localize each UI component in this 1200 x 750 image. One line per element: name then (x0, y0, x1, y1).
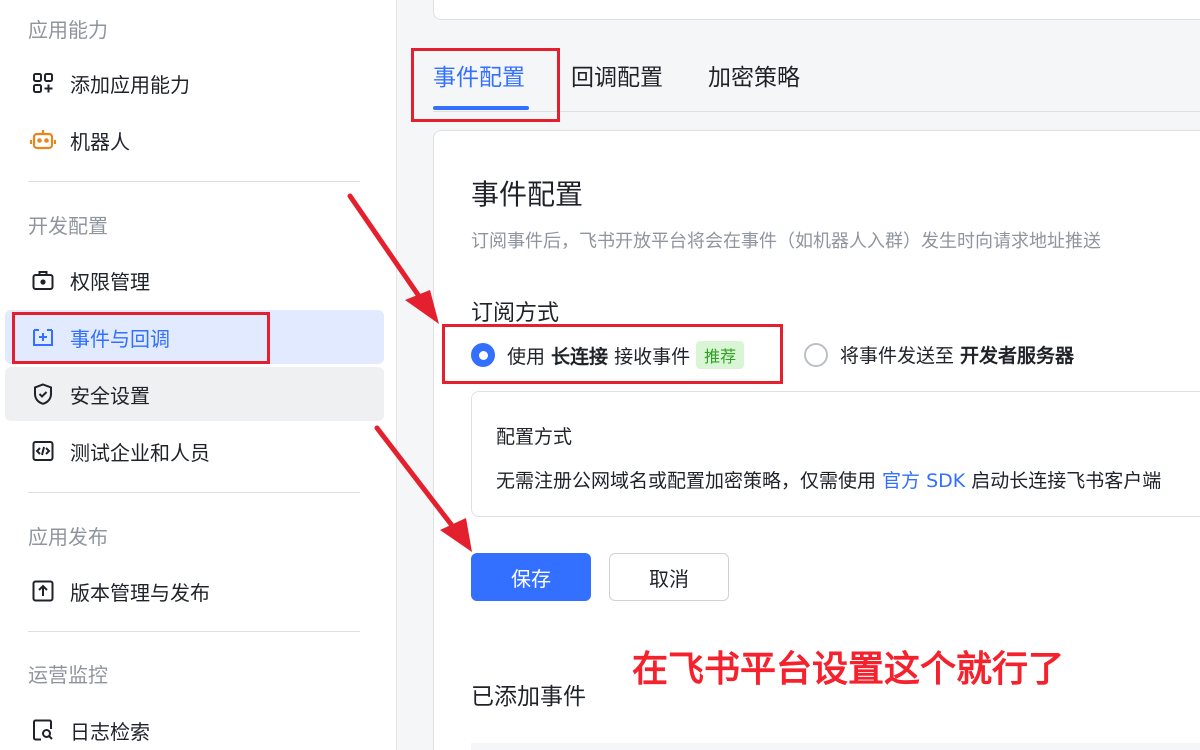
config-method-text: 无需注册公网域名或配置加密策略，仅需使用 官方 SDK 启动长连接飞书客户端 (496, 470, 1162, 492)
upload-box-icon (29, 577, 57, 605)
events-table-header (471, 743, 1200, 750)
code-box-icon (29, 437, 57, 465)
section-title-operations: 运营监控 (28, 663, 108, 687)
section-title-capabilities: 应用能力 (28, 18, 108, 42)
tab-label: 回调配置 (571, 65, 663, 91)
shield-check-icon (29, 380, 57, 408)
sidebar-item-label: 权限管理 (70, 269, 150, 294)
sidebar-item-label: 测试企业和人员 (70, 440, 210, 465)
divider (28, 492, 360, 493)
sidebar-item-events-callbacks[interactable]: 事件与回调 (5, 310, 384, 364)
subscribe-mode-label: 订阅方式 (471, 301, 560, 326)
official-sdk-link[interactable]: 官方 SDK (882, 470, 965, 492)
top-card (433, 0, 1200, 20)
sidebar-item-label: 日志检索 (70, 719, 150, 744)
tab-label: 加密策略 (708, 65, 800, 91)
sidebar-item-security[interactable]: 安全设置 (5, 367, 384, 421)
section-title-publish: 应用发布 (28, 525, 108, 549)
sidebar-item-log-search[interactable]: 日志检索 (5, 703, 384, 750)
radio-developer-server[interactable]: 将事件发送至 开发者服务器 (804, 341, 1074, 368)
sidebar-item-label: 版本管理与发布 (70, 580, 210, 605)
sidebar-item-label: 安全设置 (70, 383, 150, 408)
sidebar-item-robot[interactable]: 机器人 (5, 113, 384, 167)
tab-active-underline (433, 106, 529, 110)
sidebar: 应用能力 添加应用能力 机器人 开发配置 权限管理 事件与回调 安全设置 测试企… (0, 0, 397, 750)
recommended-badge: 推荐 (696, 341, 745, 369)
card-description: 订阅事件后，飞书开放平台将会在事件（如机器人入群）发生时向请求地址推送 (471, 231, 1101, 252)
config-method-box: 配置方式 无需注册公网域名或配置加密策略，仅需使用 官方 SDK 启动长连接飞书… (471, 391, 1200, 517)
log-search-icon (29, 716, 57, 744)
added-events-title: 已添加事件 (471, 684, 586, 710)
robot-icon (29, 126, 57, 154)
tab-label: 事件配置 (433, 65, 525, 91)
sidebar-item-label: 事件与回调 (70, 326, 170, 351)
radio-long-connection[interactable]: 使用 长连接 接收事件 推荐 (471, 341, 745, 369)
sidebar-item-permissions[interactable]: 权限管理 (5, 253, 384, 307)
annotation-text: 在飞书平台设置这个就行了 (632, 649, 1065, 690)
radio-unchecked-indicator[interactable] (804, 342, 828, 367)
tab-event-config[interactable]: 事件配置 (433, 58, 525, 92)
divider (28, 631, 360, 632)
apps-add-icon (29, 69, 57, 97)
radio-long-connection-label: 使用 长连接 接收事件 (507, 345, 691, 368)
briefcase-lock-icon (29, 266, 57, 294)
section-title-dev-config: 开发配置 (28, 214, 108, 238)
sidebar-item-version-release[interactable]: 版本管理与发布 (5, 564, 384, 618)
divider (28, 181, 360, 182)
save-button[interactable]: 保存 (471, 553, 591, 601)
radio-checked-indicator[interactable] (471, 343, 495, 367)
tab-bar: 事件配置 回调配置 加密策略 (433, 40, 1200, 112)
config-method-title: 配置方式 (496, 426, 573, 448)
event-plus-icon (29, 323, 57, 351)
sidebar-item-add-capability[interactable]: 添加应用能力 (5, 56, 384, 110)
card-title: 事件配置 (471, 178, 584, 211)
tab-callback-config[interactable]: 回调配置 (571, 58, 663, 92)
sidebar-item-label: 添加应用能力 (70, 72, 190, 97)
cancel-button[interactable]: 取消 (609, 553, 729, 601)
radio-developer-server-label: 将事件发送至 开发者服务器 (840, 345, 1075, 367)
tab-encryption-strategy[interactable]: 加密策略 (708, 58, 800, 92)
sidebar-item-test-enterprise[interactable]: 测试企业和人员 (5, 424, 384, 478)
sidebar-item-label: 机器人 (70, 129, 130, 154)
